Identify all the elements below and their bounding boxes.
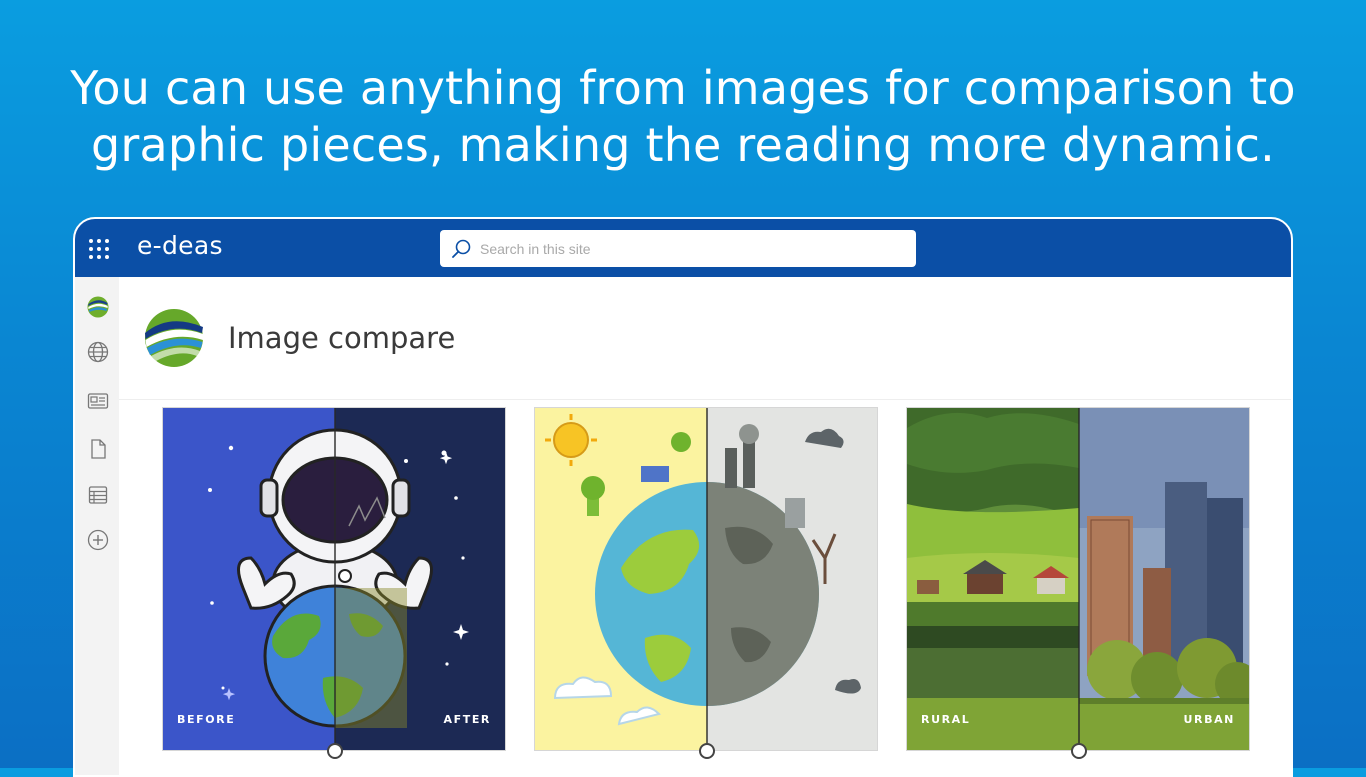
compare-divider[interactable] (706, 408, 708, 750)
compare-divider[interactable] (1078, 408, 1080, 750)
search-input[interactable] (478, 237, 902, 261)
left-rail (75, 277, 119, 775)
after-label: AFTER (443, 713, 491, 726)
headline-line-1: You can use anything from images for com… (70, 61, 1296, 115)
compare-slider-handle[interactable] (699, 743, 715, 759)
top-bar: e-deas (75, 219, 1291, 277)
search-box[interactable] (440, 230, 916, 267)
compare-divider[interactable] (334, 408, 336, 750)
headline: You can use anything from images for com… (0, 60, 1366, 174)
globe-icon[interactable] (86, 340, 110, 364)
app-launcher-icon[interactable] (89, 239, 109, 259)
headline-line-2: graphic pieces, making the reading more … (91, 118, 1275, 172)
before-label: BEFORE (177, 713, 236, 726)
site-logo-icon[interactable] (86, 295, 110, 319)
add-icon[interactable] (86, 528, 110, 552)
app-window: e-deas Search in this site Image compare… (73, 217, 1293, 777)
list-icon[interactable] (86, 483, 110, 507)
search-icon (452, 239, 471, 258)
image-compare-card[interactable]: RURAL URBAN (906, 407, 1250, 751)
page-title: Image compare (228, 321, 456, 355)
site-logo (145, 309, 203, 367)
page-content: Image compare BEFORE AFTER RURAL URBAN (119, 277, 1291, 775)
rural-label: RURAL (921, 713, 971, 726)
news-icon[interactable] (86, 389, 110, 413)
compare-slider-handle[interactable] (327, 743, 343, 759)
urban-label: URBAN (1183, 713, 1235, 726)
compare-slider-handle[interactable] (1071, 743, 1087, 759)
image-compare-card[interactable] (534, 407, 878, 751)
image-compare-card[interactable]: BEFORE AFTER (162, 407, 506, 751)
brand-logo[interactable]: e-deas (137, 231, 223, 260)
document-icon[interactable] (86, 437, 110, 461)
divider (119, 399, 1291, 400)
